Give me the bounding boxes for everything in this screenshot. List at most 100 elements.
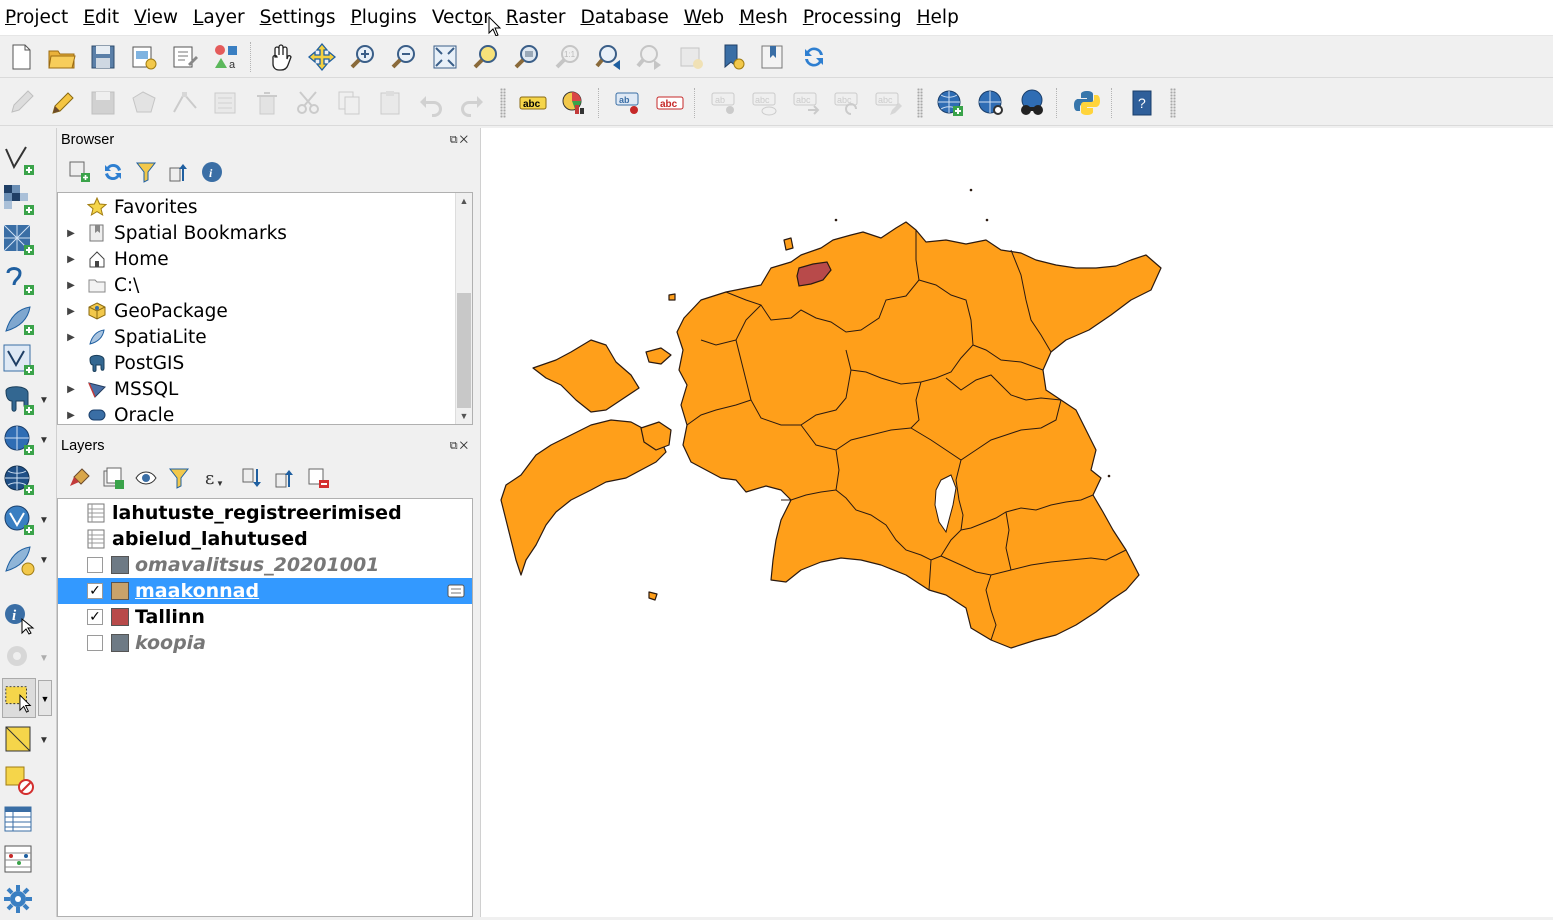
diagram-options-button[interactable] [553,84,594,122]
pin-labels-button[interactable]: ab [608,84,649,122]
browser-item[interactable]: ▶ SpatiaLite [58,324,207,350]
add-vector-layer-button[interactable] [2,140,54,180]
change-label-button[interactable]: abc [868,84,909,122]
browser-scrollbar[interactable]: ▲ ▼ [455,193,472,424]
menu-settings[interactable]: Settings [260,0,336,36]
show-bookmarks-button[interactable] [752,38,793,76]
browser-item[interactable]: ▶ Home [58,246,169,272]
layers-panel-controls[interactable]: ⧉✕ [450,440,470,453]
undo-button[interactable] [410,84,451,122]
show-hide-labels-button[interactable]: abc [745,84,786,122]
deselect-all-button[interactable] [2,760,54,800]
expand-arrow-icon[interactable]: ▶ [58,384,84,395]
redo-button[interactable] [451,84,492,122]
menu-plugins[interactable]: Plugins [351,0,417,36]
select-by-value-button[interactable]: ▼ [2,720,54,760]
menu-view[interactable]: View [134,0,178,36]
add-postgis-layer-button[interactable]: ▼ [2,380,54,420]
manage-map-themes-button[interactable] [129,463,162,493]
metasearch-button[interactable] [970,84,1011,122]
toggle-editing-button[interactable] [41,84,82,122]
expand-arrow-icon[interactable]: ▶ [58,228,84,239]
browser-item[interactable]: ▶ Spatial Bookmarks [58,220,287,246]
add-spatialite-layer-button[interactable] [2,300,54,340]
expand-arrow-icon[interactable]: ▶ [58,332,84,343]
menu-web[interactable]: Web [684,0,724,36]
filter-legend-button[interactable] [162,463,195,493]
paste-features-button[interactable] [369,84,410,122]
run-feature-action-button[interactable]: ▼ [2,638,54,678]
save-project-button[interactable] [82,38,123,76]
copy-features-button[interactable] [328,84,369,122]
layout-manager-button[interactable] [164,38,205,76]
estonia-county-map[interactable] [481,128,1553,917]
layer-row[interactable]: abielud_lahutused [58,526,472,552]
menu-help[interactable]: Help [917,0,959,36]
layer-visibility-checkbox[interactable] [87,635,103,651]
layer-symbol-swatch[interactable] [111,582,129,600]
menu-edit[interactable]: Edit [83,0,119,36]
browser-item[interactable]: ▶ MSSQL [58,376,178,402]
layer-visibility-checkbox[interactable]: ✓ [87,609,103,625]
add-arcgis-layer-button[interactable]: ▼ [2,500,54,540]
zoom-last-button[interactable] [588,38,629,76]
add-raster-layer-button[interactable] [2,180,54,220]
vertex-tool-button[interactable] [164,84,205,122]
expand-arrow-icon[interactable]: ▶ [58,254,84,265]
browser-tree[interactable]: ▲ ▼ Favorites ▶ Spatial Bookmarks ▶ Home ▶ C:\… [57,192,473,425]
pan-map-button[interactable] [260,38,301,76]
select-dropdown-arrow[interactable]: ▼ [38,680,52,716]
identify-features-button[interactable]: i [2,598,54,638]
menu-layer[interactable]: Layer [193,0,245,36]
layer-symbol-swatch[interactable] [111,556,129,574]
enable-properties-button[interactable]: i [195,157,228,187]
filter-by-expression-button[interactable]: ε ▼ [195,463,235,493]
zoom-native-resolution-button[interactable]: 1:1 [547,38,588,76]
cut-features-button[interactable] [287,84,328,122]
scroll-down-arrow[interactable]: ▼ [456,408,472,424]
new-map-view-button[interactable] [670,38,711,76]
add-mesh-layer-button[interactable] [2,220,54,260]
scroll-thumb[interactable] [457,293,471,408]
pan-to-selection-button[interactable] [301,38,342,76]
add-group-button[interactable] [96,463,129,493]
layer-symbol-swatch[interactable] [111,634,129,652]
collapse-all-button[interactable] [162,157,195,187]
zoom-out-button[interactable] [383,38,424,76]
new-bookmark-button[interactable] [711,38,752,76]
layer-row[interactable]: omavalitsus_20201001 [58,552,472,578]
layer-row[interactable]: ✓ maakonnad [58,578,472,604]
new-print-layout-button[interactable] [123,38,164,76]
layer-row[interactable]: koopia [58,630,472,656]
map-canvas[interactable] [480,128,1553,917]
remove-layer-button[interactable] [301,463,334,493]
layer-visibility-checkbox[interactable] [87,557,103,573]
add-wms-wmts-layer-button[interactable]: ▼ [2,420,54,460]
add-delimited-text-button[interactable] [2,260,54,300]
open-layer-styling-button[interactable] [63,463,96,493]
new-project-button[interactable] [0,38,41,76]
browser-item[interactable]: Favorites [58,194,198,220]
menu-vector[interactable]: Vector [432,0,491,36]
zoom-to-selection-button[interactable] [465,38,506,76]
save-layer-edits-button[interactable] [82,84,123,122]
current-edits-button[interactable] [0,84,41,122]
quickmapservices-button[interactable] [1011,84,1052,122]
select-features-button[interactable] [2,678,36,718]
zoom-to-layer-button[interactable] [506,38,547,76]
filter-browser-button[interactable] [129,157,162,187]
refresh-button[interactable] [793,38,834,76]
browser-panel-controls[interactable]: ⧉✕ [450,134,470,147]
open-project-button[interactable] [41,38,82,76]
new-shapefile-layer-button[interactable]: ▼ [2,540,54,580]
expand-arrow-icon[interactable]: ▶ [58,410,84,421]
expand-all-button[interactable] [235,463,268,493]
help-contents-button[interactable]: ? [1121,84,1162,122]
layer-row[interactable]: lahutuste_registreerimised [58,500,472,526]
menu-raster[interactable]: Raster [506,0,566,36]
zoom-next-button[interactable] [629,38,670,76]
move-label-arrow-button[interactable]: abc [786,84,827,122]
browser-item[interactable]: ▶ GeoPackage [58,298,228,324]
refresh-browser-button[interactable] [96,157,129,187]
add-wfs-layer-button[interactable] [2,460,54,500]
